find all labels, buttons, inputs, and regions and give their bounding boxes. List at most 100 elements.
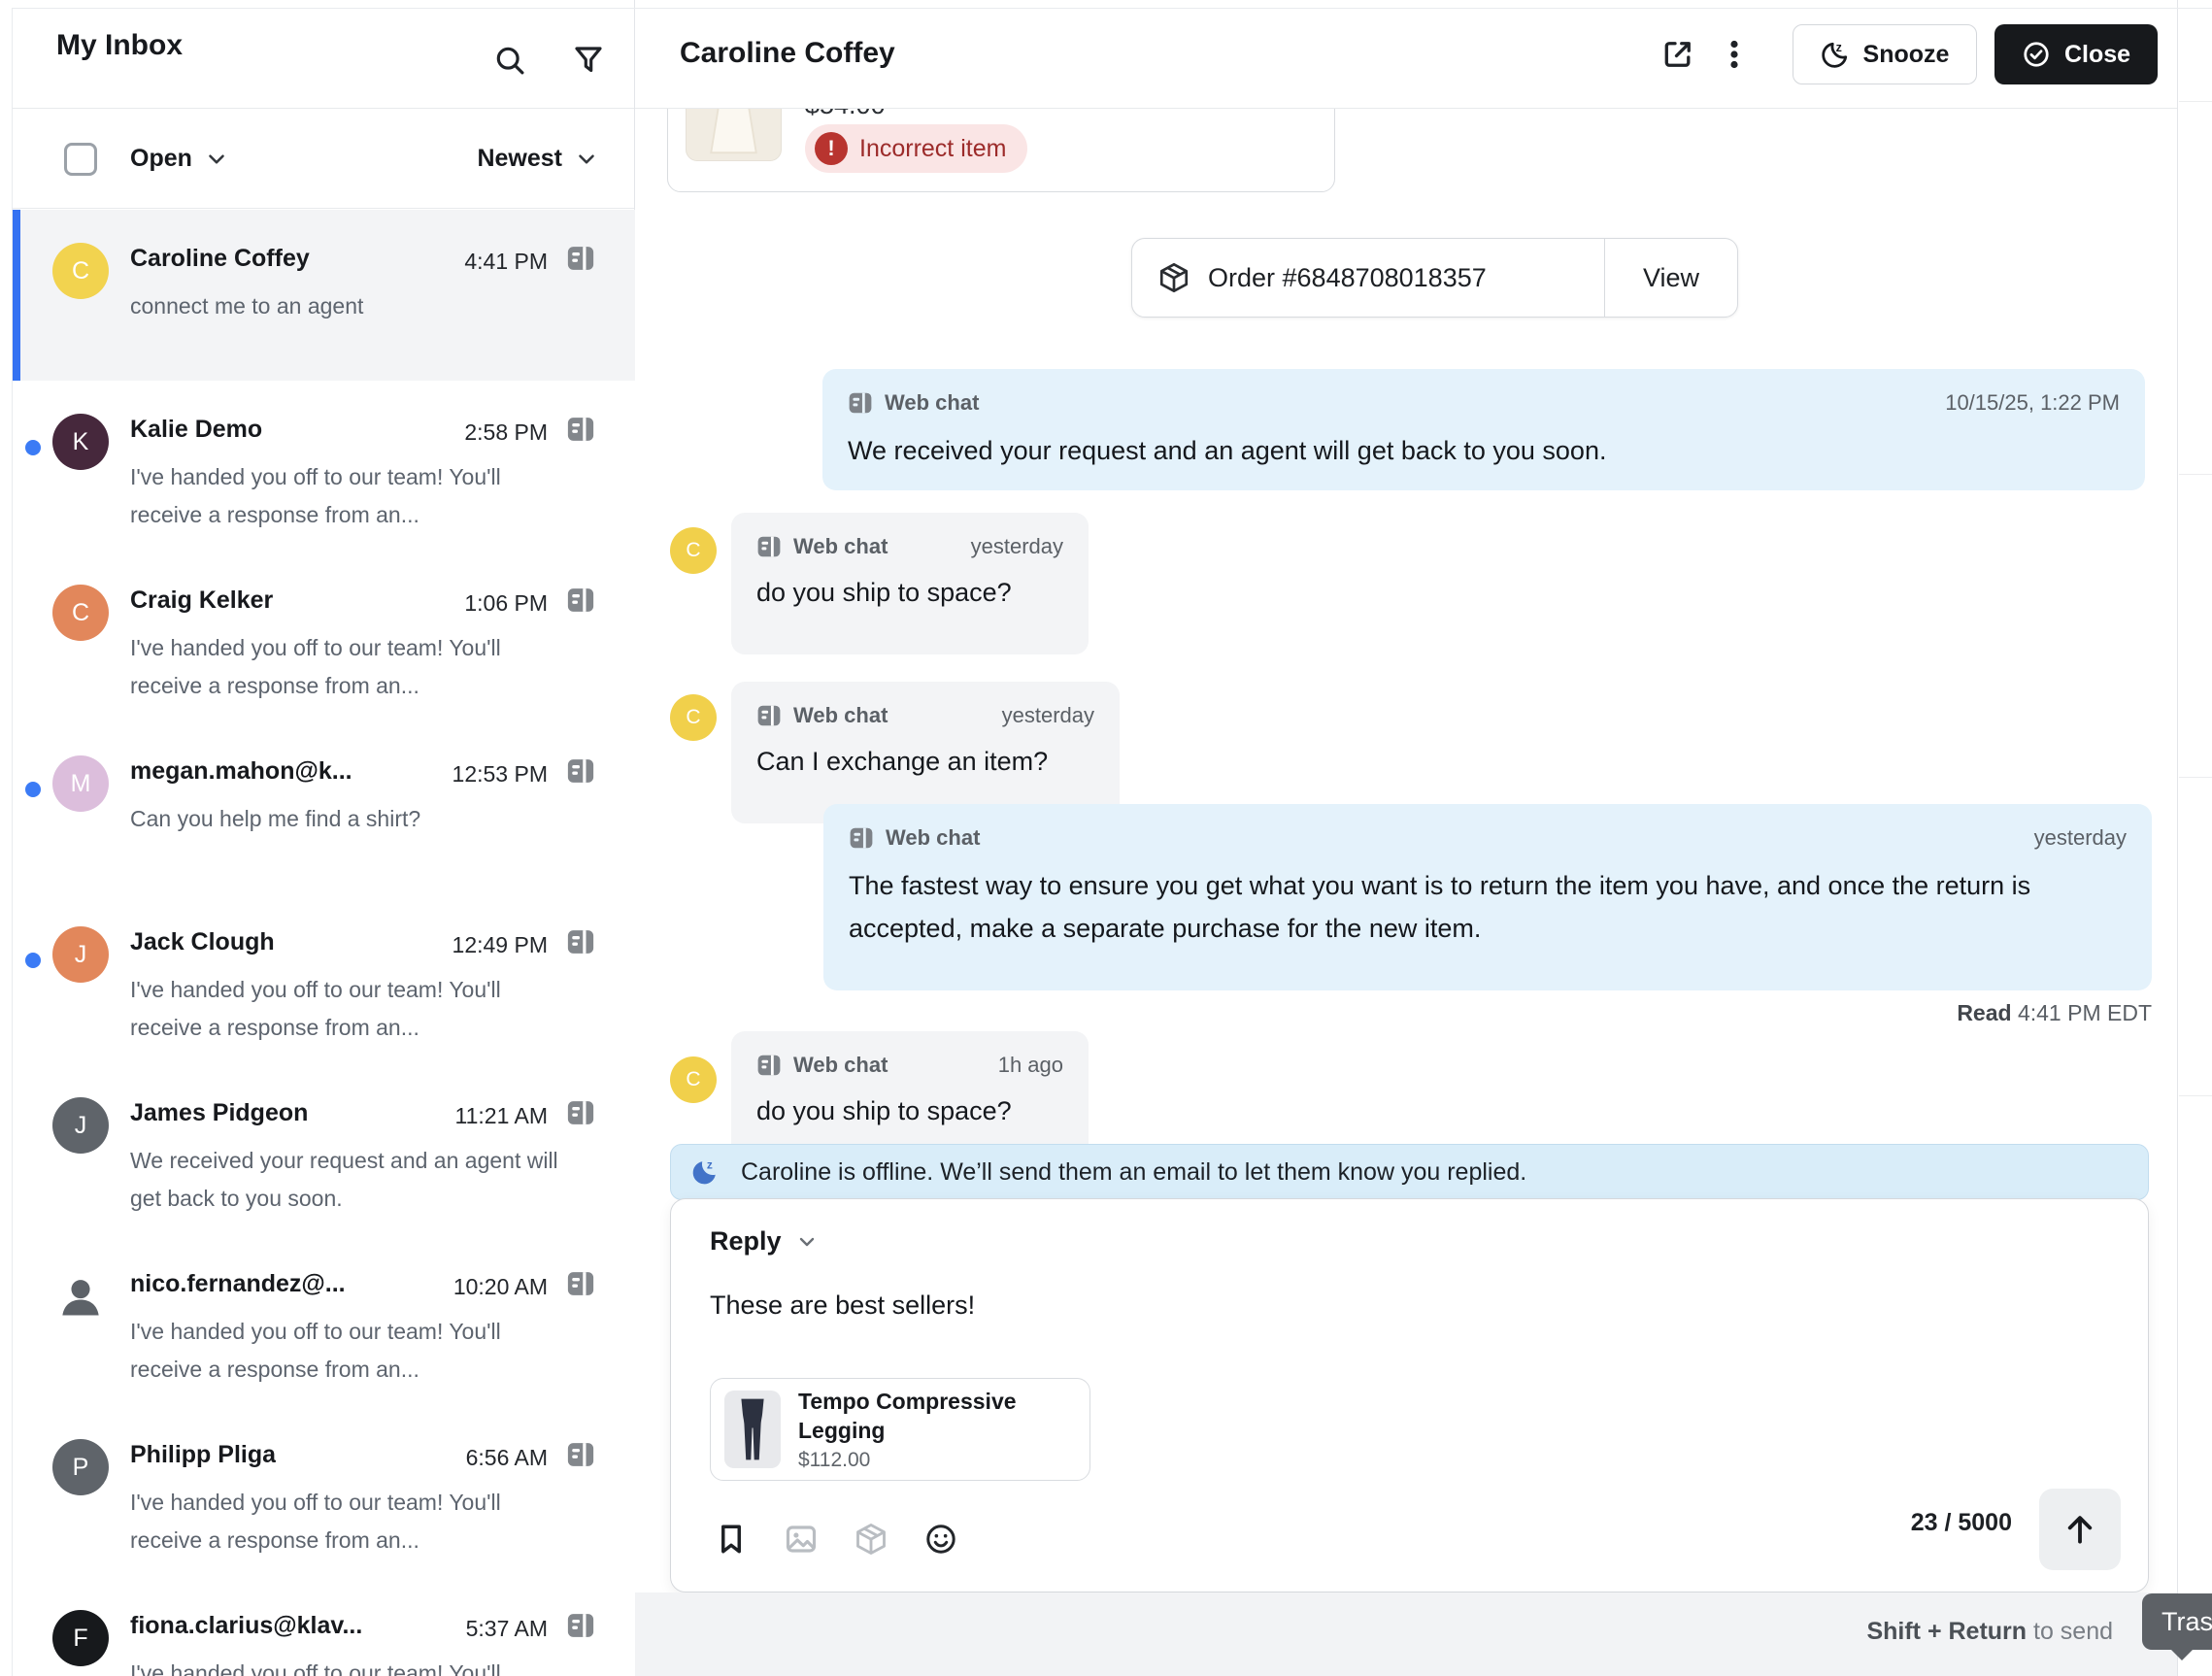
macro-bookmark-icon[interactable] — [714, 1522, 749, 1557]
conversation-list-item[interactable]: C Craig Kelker 1:06 PM I've handed you o… — [13, 552, 635, 722]
conversation-preview: I've handed you off to our team! You'll … — [130, 1655, 565, 1676]
web-chat-channel-icon — [566, 1440, 595, 1469]
customer-avatar: C — [670, 527, 717, 574]
conversation-name: James Pidgeon — [130, 1099, 308, 1127]
web-chat-icon — [756, 1053, 782, 1078]
agent-message: Web chat yesterday The fastest way to en… — [823, 804, 2152, 990]
conversation-time: 2:58 PM — [464, 419, 548, 446]
snooze-moon-icon: z — [1821, 40, 1850, 69]
shortcut-keys: Shift + Return — [1866, 1618, 2027, 1645]
offline-notice-text: Caroline is offline. We’ll send them an … — [741, 1158, 1526, 1187]
order-number: Order #6848708018357 — [1208, 263, 1487, 293]
list-controls: Open Newest — [13, 110, 634, 209]
message-timestamp: yesterday — [1002, 703, 1094, 728]
agent-message: Web chat 10/15/25, 1:22 PM We received y… — [822, 369, 2145, 490]
attach-image-icon[interactable] — [784, 1522, 819, 1557]
filter-icon[interactable] — [571, 43, 606, 78]
avatar-initial: K — [73, 428, 89, 456]
avatar-initial: M — [71, 770, 91, 798]
message-body: We received your request and an agent wi… — [848, 429, 2120, 472]
conversation-time: 5:37 AM — [466, 1616, 548, 1642]
channel-label: Web chat — [885, 390, 979, 416]
status-filter-label: Open — [130, 145, 192, 173]
open-in-new-icon[interactable] — [1657, 33, 1699, 76]
conversation-time: 4:41 PM — [464, 249, 548, 275]
avatar: J — [52, 926, 109, 983]
conversation-list-item[interactable]: nico.fernandez@... 10:20 AM I've handed … — [13, 1235, 635, 1406]
product-thumbnail — [724, 1391, 781, 1468]
svg-text:z: z — [707, 1157, 713, 1171]
sort-dropdown[interactable]: Newest — [477, 145, 599, 173]
more-options-kebab-icon[interactable] — [1713, 33, 1756, 76]
snooze-label: Snooze — [1863, 41, 1950, 69]
web-chat-channel-icon — [566, 1611, 595, 1640]
conversation-time: 12:49 PM — [452, 932, 548, 958]
product-price: $112.00 — [798, 1449, 1017, 1472]
select-all-checkbox[interactable] — [64, 143, 97, 176]
avatar: K — [52, 414, 109, 470]
avatar: F — [52, 1610, 109, 1666]
reply-mode-dropdown[interactable]: Reply — [710, 1226, 819, 1257]
composer-text-input[interactable]: These are best sellers! — [710, 1291, 975, 1321]
message-timestamp: yesterday — [971, 534, 1063, 559]
conversation-preview: Can you help me find a shirt? — [130, 800, 565, 838]
conversation-list-item[interactable]: K Kalie Demo 2:58 PM I've handed you off… — [13, 381, 635, 552]
web-chat-channel-icon — [566, 1269, 595, 1298]
channel-label: Web chat — [886, 825, 980, 851]
conversation-pane: Caroline Coffey z — [635, 0, 2177, 1676]
check-circle-icon — [2022, 40, 2051, 69]
conversation-preview: We received your request and an agent wi… — [130, 1142, 565, 1218]
reply-mode-label: Reply — [710, 1226, 782, 1257]
conversation-list-item[interactable]: J Jack Clough 12:49 PM I've handed you o… — [13, 893, 635, 1064]
conversation-time: 6:56 AM — [466, 1445, 548, 1471]
svg-text:z: z — [1835, 41, 1841, 54]
emoji-icon[interactable] — [923, 1522, 958, 1557]
order-chip-label-section[interactable]: Order #6848708018357 — [1132, 239, 1604, 317]
conversation-time: 12:53 PM — [452, 761, 548, 788]
message-body: Can I exchange an item? — [756, 740, 1094, 783]
avatar: C — [52, 243, 109, 299]
customer-message: Web chat yesterday do you ship to space? — [731, 513, 1089, 654]
chevron-down-icon — [795, 1230, 819, 1254]
web-chat-channel-icon — [566, 1098, 595, 1127]
product-image — [686, 109, 782, 161]
message-thread: $54.00 ! Incorrect item Order #684870801… — [635, 109, 2177, 1592]
conversation-list-item[interactable]: F fiona.clarius@klav... 5:37 AM I've han… — [13, 1577, 635, 1676]
message-timestamp: yesterday — [2034, 825, 2127, 851]
conversation-time: 11:21 AM — [455, 1103, 548, 1129]
close-label: Close — [2064, 41, 2130, 69]
customer-avatar: C — [670, 1056, 717, 1103]
insert-product-icon[interactable] — [854, 1522, 888, 1557]
inbox-title: My Inbox — [56, 29, 183, 62]
conversation-list-item[interactable]: P Philipp Pliga 6:56 AM I've handed you … — [13, 1406, 635, 1577]
conversation-list-item[interactable]: M megan.mahon@k... 12:53 PM Can you help… — [13, 722, 635, 893]
attached-product-card[interactable]: Tempo Compressive Legging $112.00 — [710, 1378, 1090, 1481]
conversation-name: Craig Kelker — [130, 587, 273, 615]
conversation-list-item[interactable]: J James Pidgeon 11:21 AM We received you… — [13, 1064, 635, 1235]
conversation-preview: I've handed you off to our team! You'll … — [130, 1313, 565, 1389]
trash-tooltip: Trash — [2142, 1593, 2212, 1650]
shortcut-text: to send — [2027, 1618, 2113, 1645]
conversation-preview: I've handed you off to our team! You'll … — [130, 629, 565, 705]
avatar — [52, 1268, 109, 1324]
product-title: Legging — [798, 1416, 1017, 1445]
header-actions: z Snooze Close — [1657, 24, 2158, 84]
conversation-list-item[interactable]: C Caroline Coffey 4:41 PM connect me to … — [13, 210, 635, 381]
read-receipt: Read 4:41 PM EDT — [1957, 1000, 2152, 1026]
product-price: $54.00 — [805, 109, 886, 120]
snooze-button[interactable]: z Snooze — [1793, 24, 1977, 84]
order-chip[interactable]: Order #6848708018357 View — [1131, 238, 1738, 318]
send-button[interactable] — [2039, 1489, 2121, 1570]
close-button[interactable]: Close — [1994, 24, 2158, 84]
avatar-initial: P — [73, 1454, 89, 1482]
status-filter-dropdown[interactable]: Open — [130, 145, 229, 173]
view-order-button[interactable]: View — [1605, 239, 1737, 317]
customer-avatar: C — [670, 694, 717, 741]
offline-moon-icon: z — [690, 1157, 720, 1187]
conversation-name: megan.mahon@k... — [130, 757, 352, 786]
unread-dot — [25, 953, 41, 968]
sidebar-header: My Inbox — [13, 0, 634, 109]
search-icon[interactable] — [492, 43, 527, 78]
helpdesk-app: My Inbox Open Newest — [0, 0, 2212, 1676]
product-title: Tempo Compressive — [798, 1387, 1017, 1416]
